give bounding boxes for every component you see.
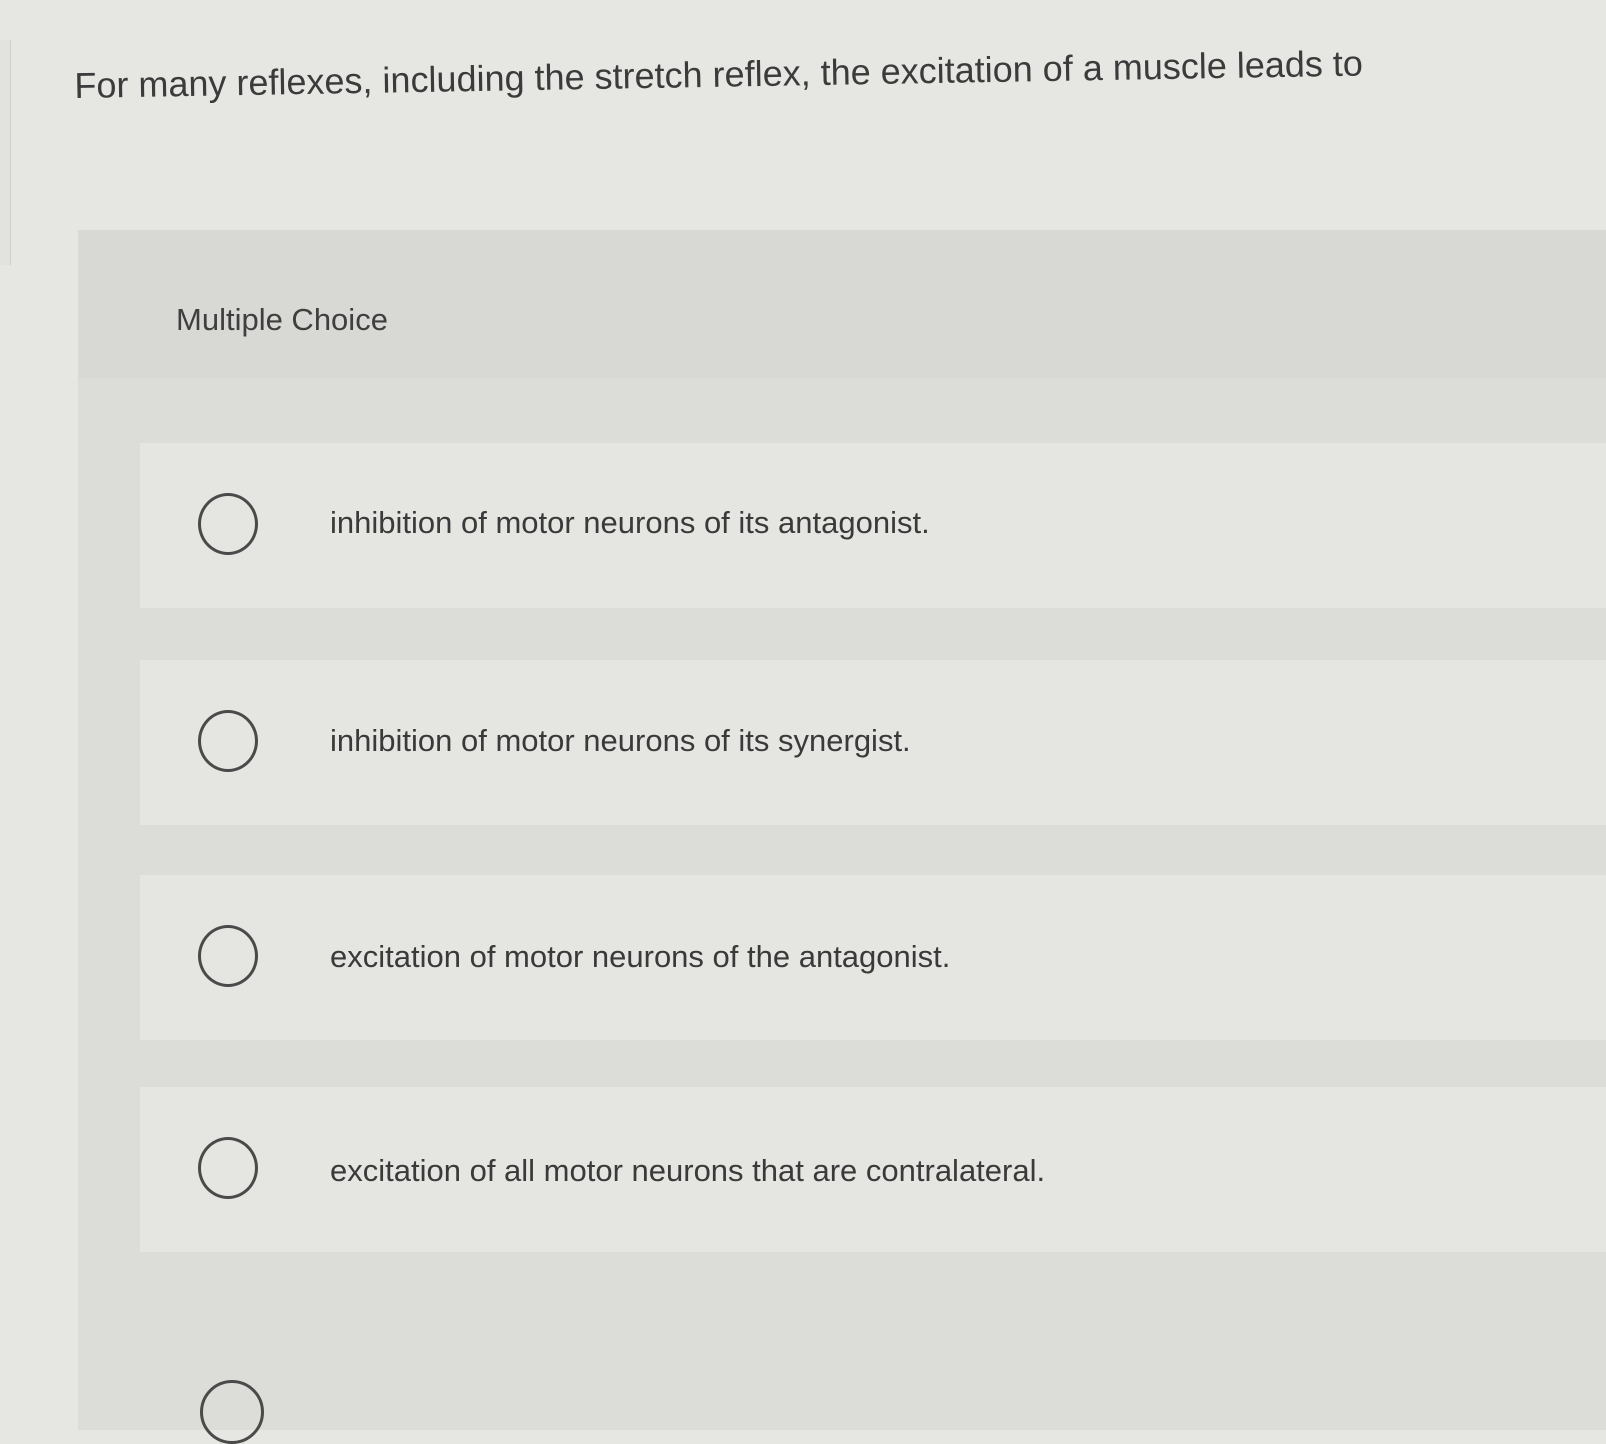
page-edge xyxy=(0,40,11,265)
question-type-label: Multiple Choice xyxy=(176,302,388,337)
choice-option-3[interactable]: excitation of motor neurons of the antag… xyxy=(140,875,1606,1040)
radio-button-2[interactable] xyxy=(198,710,258,772)
choice-text-3: excitation of motor neurons of the antag… xyxy=(330,939,951,974)
choice-text-2: inhibition of motor neurons of its syner… xyxy=(330,723,911,758)
choice-text-1: inhibition of motor neurons of its antag… xyxy=(330,505,930,540)
choice-option-2[interactable]: inhibition of motor neurons of its syner… xyxy=(140,660,1606,825)
choice-text-4: excitation of all motor neurons that are… xyxy=(330,1153,1046,1188)
radio-button-1[interactable] xyxy=(198,493,258,555)
radio-button-4[interactable] xyxy=(198,1137,258,1199)
choice-option-4[interactable]: excitation of all motor neurons that are… xyxy=(140,1087,1606,1252)
panel-header: Multiple Choice xyxy=(78,230,1606,378)
choice-option-1[interactable]: inhibition of motor neurons of its antag… xyxy=(140,443,1606,608)
radio-button-3[interactable] xyxy=(198,925,258,987)
radio-button-5-partial[interactable] xyxy=(200,1380,264,1444)
question-text: For many reflexes, including the stretch… xyxy=(74,42,1364,106)
answer-panel: Multiple Choice inhibition of motor neur… xyxy=(78,230,1606,1430)
